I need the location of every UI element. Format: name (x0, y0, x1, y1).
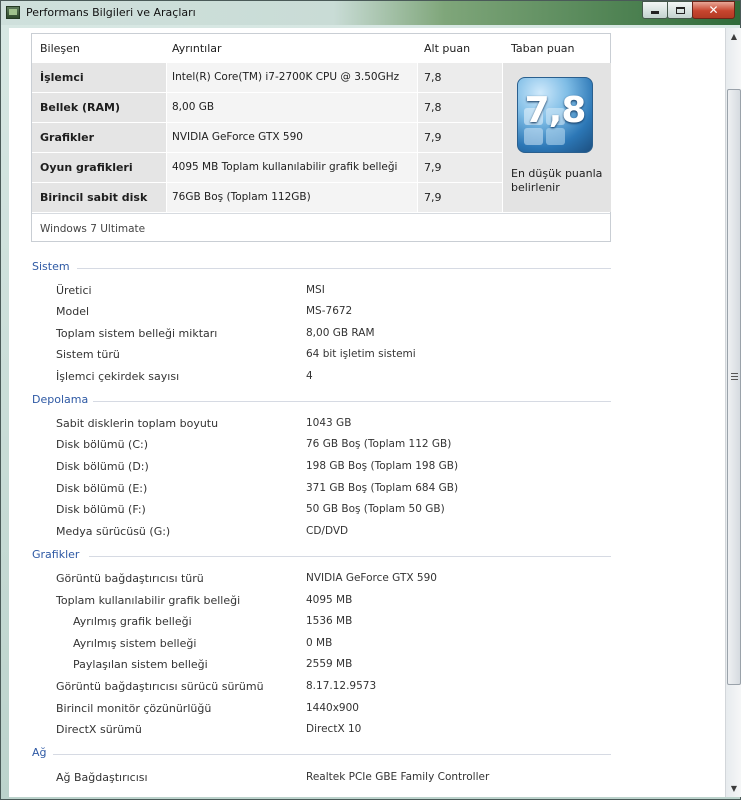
component-details: 4095 MB Toplam kullanılabilir grafik bel… (167, 153, 417, 182)
section-title-system: Sistem (32, 260, 70, 273)
info-label: İşlemci çekirdek sayısı (56, 370, 180, 383)
app-window: Performans Bilgileri ve Araçları ✕ Bileş… (0, 0, 741, 800)
score-row-hard-disk: Birincil sabit disk 76GB Boş (Toplam 112… (32, 183, 502, 212)
scrollbar-thumb[interactable] (727, 89, 741, 685)
info-value: Realtek PCIe GBE Family Controller (306, 771, 490, 783)
info-value: 2559 MB (306, 658, 353, 670)
info-value: MS-7672 (306, 305, 353, 317)
grip-icon (731, 373, 738, 380)
info-label: Disk bölümü (D:) (56, 460, 149, 473)
info-label: Sistem türü (56, 348, 120, 361)
info-value: 4095 MB (306, 594, 353, 606)
content-area: Bileşen Ayrıntılar Alt puan Taban puan İ… (9, 28, 725, 797)
info-value: 1440x900 (306, 702, 359, 714)
info-label: Disk bölümü (F:) (56, 503, 146, 516)
info-label: Disk bölümü (E:) (56, 482, 148, 495)
info-value: MSI (306, 284, 325, 296)
info-label: DirectX sürümü (56, 723, 142, 736)
info-value: 4 (306, 370, 313, 382)
header-details: Ayrıntılar (172, 42, 222, 55)
app-icon (6, 6, 20, 19)
close-button[interactable]: ✕ (692, 1, 735, 19)
info-label: Üretici (56, 284, 92, 297)
header-component: Bileşen (40, 42, 80, 55)
info-label: Toplam kullanılabilir grafik belleği (56, 594, 241, 607)
info-value: 0 MB (306, 637, 333, 649)
score-table-header: Bileşen Ayrıntılar Alt puan Taban puan (32, 34, 610, 62)
info-value: 8.17.12.9573 (306, 680, 377, 692)
minimize-button[interactable] (642, 1, 668, 19)
info-label: Paylaşılan sistem belleği (73, 658, 208, 671)
info-value: DirectX 10 (306, 723, 362, 735)
section-title-graphics: Grafikler (32, 548, 80, 561)
info-label: Model (56, 305, 90, 318)
component-name: İşlemci (32, 63, 166, 92)
close-icon: ✕ (708, 3, 719, 17)
score-row-cpu: İşlemci Intel(R) Core(TM) i7-2700K CPU @… (32, 63, 502, 92)
info-label: Birincil monitör çözünürlüğü (56, 702, 212, 715)
info-value: 8,00 GB RAM (306, 327, 375, 339)
section-title-network: Ağ (32, 746, 47, 759)
score-row-gaming-graphics: Oyun grafikleri 4095 MB Toplam kullanıla… (32, 153, 502, 182)
section-title-storage: Depolama (32, 393, 89, 406)
section-divider (77, 268, 611, 269)
caption-buttons: ✕ (642, 1, 735, 20)
info-label: Toplam sistem belleği miktarı (56, 327, 218, 340)
component-details: 8,00 GB (167, 93, 417, 122)
component-score: 7,8 (418, 93, 502, 122)
info-value: 1043 GB (306, 417, 352, 429)
base-score-value: 7,8 (524, 90, 587, 131)
score-row-graphics: Grafikler NVIDIA GeForce GTX 590 7,9 (32, 123, 502, 152)
scroll-down-arrow-icon[interactable]: ▼ (726, 780, 741, 797)
info-value: 76 GB Boş (Toplam 112 GB) (306, 438, 452, 450)
base-score-badge: 7,8 (517, 77, 593, 153)
info-label: Ayrılmış grafik belleği (73, 615, 192, 628)
section-divider (89, 556, 611, 557)
info-label: Sabit disklerin toplam boyutu (56, 417, 219, 430)
component-name: Oyun grafikleri (32, 153, 166, 182)
score-row-ram: Bellek (RAM) 8,00 GB 7,8 (32, 93, 502, 122)
header-subscore: Alt puan (424, 42, 471, 55)
vertical-scrollbar[interactable]: ▲ ▼ (725, 28, 741, 797)
os-edition: Windows 7 Ultimate (32, 213, 610, 242)
info-label: Disk bölümü (C:) (56, 438, 149, 451)
info-label: Görüntü bağdaştırıcısı türü (56, 572, 204, 585)
scroll-up-arrow-icon[interactable]: ▲ (726, 28, 741, 45)
base-score-panel: 7,8 En düşük puanla belirlenir (503, 63, 611, 212)
info-label: Medya sürücüsü (G:) (56, 525, 171, 538)
info-label: Ağ Bağdaştırıcısı (56, 771, 148, 784)
component-name: Grafikler (32, 123, 166, 152)
header-base-score: Taban puan (511, 42, 575, 55)
maximize-icon (675, 6, 685, 14)
info-value: CD/DVD (306, 525, 349, 537)
component-score: 7,9 (418, 123, 502, 152)
info-value: 64 bit işletim sistemi (306, 348, 416, 360)
info-value: NVIDIA GeForce GTX 590 (306, 572, 437, 584)
component-score: 7,8 (418, 63, 502, 92)
section-divider (53, 754, 611, 755)
component-details: Intel(R) Core(TM) i7-2700K CPU @ 3.50GHz (167, 63, 417, 92)
component-details: 76GB Boş (Toplam 112GB) (167, 183, 417, 212)
info-label: Ayrılmış sistem belleği (73, 637, 197, 650)
info-label: Görüntü bağdaştırıcısı sürücü sürümü (56, 680, 264, 693)
component-name: Birincil sabit disk (32, 183, 166, 212)
section-divider (93, 401, 611, 402)
component-score: 7,9 (418, 153, 502, 182)
component-name: Bellek (RAM) (32, 93, 166, 122)
base-score-caption: En düşük puanla belirlenir (511, 167, 603, 194)
info-value: 198 GB Boş (Toplam 198 GB) (306, 460, 459, 472)
info-value: 1536 MB (306, 615, 353, 627)
component-score: 7,9 (418, 183, 502, 212)
info-value: 50 GB Boş (Toplam 50 GB) (306, 503, 445, 515)
info-value: 371 GB Boş (Toplam 684 GB) (306, 482, 459, 494)
minimize-icon (651, 11, 659, 14)
maximize-button[interactable] (667, 1, 693, 19)
window-title: Performans Bilgileri ve Araçları (26, 6, 196, 19)
score-table: Bileşen Ayrıntılar Alt puan Taban puan İ… (31, 33, 611, 242)
component-details: NVIDIA GeForce GTX 590 (167, 123, 417, 152)
title-bar[interactable]: Performans Bilgileri ve Araçları ✕ (1, 1, 740, 25)
